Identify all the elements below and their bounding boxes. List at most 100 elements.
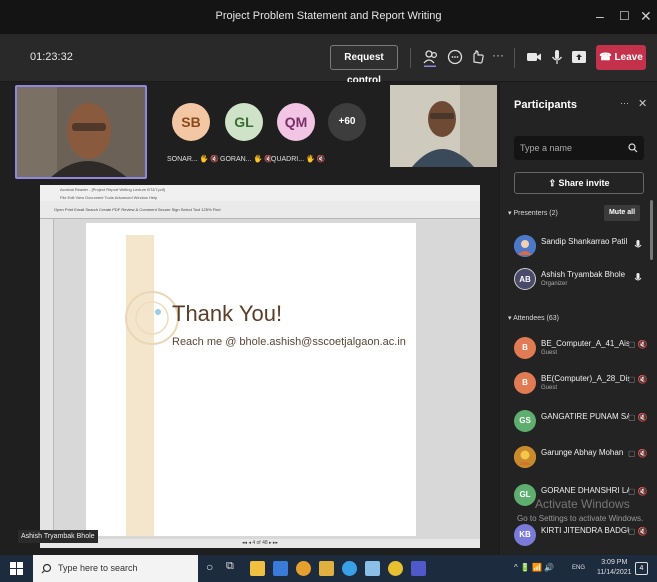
camera-icon[interactable] xyxy=(524,47,544,67)
clock-time: 3:09 PM xyxy=(601,559,628,566)
notifications-icon[interactable]: 4 xyxy=(635,562,648,575)
participant-name: GORANE DHANSHRI LAX... xyxy=(541,486,629,495)
app-icon[interactable] xyxy=(319,561,334,576)
participant-row[interactable]: KB KIRTI JITENDRA BADGUJAR ▢ 🔇 xyxy=(514,522,650,552)
title-bar: Project Problem Statement and Report Wri… xyxy=(0,0,657,34)
participants-icon[interactable] xyxy=(421,47,441,67)
task-view-icon[interactable]: ⧉ xyxy=(226,560,234,573)
window-title: Project Problem Statement and Report Wri… xyxy=(215,10,442,22)
user-photo-icon xyxy=(514,446,536,468)
participant-row[interactable]: AB Ashish Tryambak Bhole Organizer xyxy=(514,266,650,296)
avatar: KB xyxy=(514,524,536,546)
shared-screen: Acrobat Reader - [Project Report Writing… xyxy=(40,185,480,548)
separator xyxy=(514,48,515,68)
participant-name: Ashish Tryambak Bhole xyxy=(541,270,626,279)
taskbar-clock[interactable]: 3:09 PM 11/14/2021 xyxy=(597,558,632,578)
browser-icon[interactable] xyxy=(342,561,357,576)
avatar xyxy=(514,446,536,468)
user-photo-icon xyxy=(514,235,536,257)
panel-more-icon[interactable]: ··· xyxy=(620,98,629,108)
teams-icon[interactable] xyxy=(411,561,426,576)
microphone-icon xyxy=(634,240,642,248)
panel-title: Participants xyxy=(514,99,577,111)
participant-row[interactable]: Garunge Abhay Mohan ▢ 🔇 xyxy=(514,444,650,474)
participant-name: SONAR... 🖐 🔇 xyxy=(167,156,220,163)
teams-window: Project Problem Statement and Report Wri… xyxy=(0,0,657,582)
meeting-toolbar: 01:23:32 Request control ··· ☎ Leave xyxy=(0,34,657,86)
presenter-name-badge: Ashish Tryambak Bhole xyxy=(18,530,98,543)
microphone-icon xyxy=(634,273,642,281)
share-invite-button[interactable]: ⇪ Share invite xyxy=(514,172,644,194)
pdf-status-bar: ◂◂ ◂ 4 of 48 ▸ ▸▸ xyxy=(40,539,480,548)
participants-panel: Participants ··· ✕ Type a name ⇪ Share i… xyxy=(500,82,657,555)
tray-icons[interactable]: ^ 🔋 📶 🔊 xyxy=(514,563,554,572)
pdf-page: Thank You! Reach me @ bhole.ashish@sscoe… xyxy=(86,223,416,536)
participant-role: Guest xyxy=(541,350,558,356)
more-actions-icon[interactable]: ··· xyxy=(492,48,504,62)
participant-row[interactable]: Sandip Shankarrao Patil xyxy=(514,233,650,263)
share-screen-icon[interactable] xyxy=(569,47,589,67)
microphone-icon[interactable] xyxy=(547,47,567,67)
search-placeholder: Type a name xyxy=(520,143,573,153)
hand-muted-icon: ▢ 🔇 xyxy=(628,449,648,458)
maximize-icon[interactable]: ☐ xyxy=(619,9,630,23)
participant-name: BE_Computer_A_41_Aish... xyxy=(541,339,629,348)
presenters-section-header[interactable]: ▾ Presenters (2) xyxy=(508,209,558,217)
request-control-button[interactable]: Request control xyxy=(330,45,398,86)
participant-search-input[interactable]: Type a name xyxy=(514,136,644,160)
chrome-icon[interactable] xyxy=(388,561,403,576)
slide-accent-bar xyxy=(126,235,154,536)
more-participants-badge[interactable]: +60 xyxy=(328,103,366,141)
share-invite-label: Share invite xyxy=(558,178,610,188)
mail-icon[interactable] xyxy=(365,561,380,576)
participant-video-tile[interactable] xyxy=(390,85,497,167)
hand-muted-icon: ▢ 🔇 xyxy=(628,527,648,536)
share-icon: ⇪ xyxy=(548,178,559,188)
panel-close-icon[interactable]: ✕ xyxy=(638,97,647,110)
avatar[interactable]: SB xyxy=(172,103,210,141)
chat-icon[interactable] xyxy=(445,47,465,67)
hand-muted-icon: ▢ 🔇 xyxy=(628,487,648,496)
avatar[interactable]: QM xyxy=(277,103,315,141)
panel-scrollbar[interactable] xyxy=(650,200,653,260)
slide-title: Thank You! xyxy=(172,301,283,326)
presenter-video-tile[interactable] xyxy=(15,85,147,179)
participant-role: Guest xyxy=(541,385,558,391)
store-icon[interactable] xyxy=(273,561,288,576)
participant-role: Organizer xyxy=(541,281,568,287)
attendees-section-header[interactable]: ▾ Attendees (63) xyxy=(508,314,559,322)
meeting-stage: SB SONAR... 🖐 🔇 GL GORAN... 🖐 🔇 QM QUADR… xyxy=(0,82,499,555)
search-icon xyxy=(41,563,52,574)
cortana-icon[interactable]: ○ xyxy=(206,560,213,574)
avatar: AB xyxy=(514,268,536,290)
avatar xyxy=(514,235,536,257)
participant-video xyxy=(390,85,497,167)
avatar: B xyxy=(514,337,536,359)
participant-name: Garunge Abhay Mohan xyxy=(541,448,624,457)
avatar[interactable]: GL xyxy=(225,103,263,141)
activate-windows-watermark: Activate Windows xyxy=(535,497,630,511)
participant-name: BE(Computer)_A_28_Dish... xyxy=(541,374,629,383)
pdf-viewer-window: Acrobat Reader - [Project Report Writing… xyxy=(40,185,480,548)
reactions-icon[interactable] xyxy=(468,47,488,67)
avatar: GL xyxy=(514,484,536,506)
taskbar-search-placeholder: Type here to search xyxy=(58,563,138,573)
avatar: GS xyxy=(514,410,536,432)
mute-all-button[interactable]: Mute all xyxy=(604,205,640,221)
participant-name: QUADRI... 🖐 🔇 xyxy=(271,156,326,163)
taskbar-search-input[interactable]: Type here to search xyxy=(33,555,198,582)
close-icon[interactable]: ✕ xyxy=(640,8,652,25)
settings-app-icon[interactable] xyxy=(296,561,311,576)
leave-button[interactable]: ☎ Leave xyxy=(596,45,646,70)
file-explorer-icon[interactable] xyxy=(250,561,265,576)
pdf-title-bar: Acrobat Reader - [Project Report Writing… xyxy=(40,185,480,194)
hand-muted-icon: ▢ 🔇 xyxy=(628,375,648,384)
language-indicator[interactable]: ENG xyxy=(572,565,585,571)
participant-row[interactable]: B BE(Computer)_A_28_Dish... Guest ▢ 🔇 xyxy=(514,370,650,400)
windows-start-icon[interactable] xyxy=(10,562,23,575)
participant-row[interactable]: GS GANGATIRE PUNAM SAN... ▢ 🔇 xyxy=(514,408,650,438)
minimize-icon[interactable]: – xyxy=(596,8,604,24)
participant-row[interactable]: B BE_Computer_A_41_Aish... Guest ▢ 🔇 xyxy=(514,335,650,365)
participant-name: Sandip Shankarrao Patil xyxy=(541,237,628,246)
participant-name: GANGATIRE PUNAM SAN... xyxy=(541,412,629,421)
